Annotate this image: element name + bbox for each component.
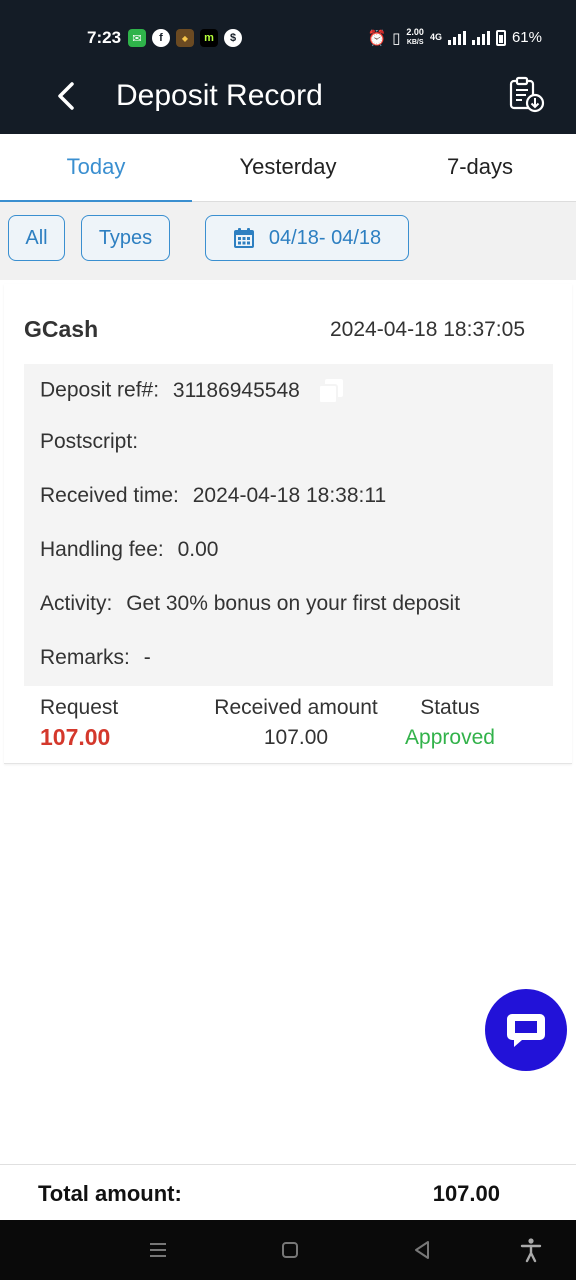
status-label: Status — [420, 696, 480, 719]
system-navigation-bar — [0, 1220, 576, 1280]
total-amount-value: 107.00 — [432, 1181, 500, 1206]
types-filter-button[interactable]: Types — [81, 215, 170, 261]
remarks-value: - — [143, 646, 151, 669]
total-bar: Total amount: 107.00 — [0, 1164, 576, 1220]
home-icon[interactable] — [276, 1236, 304, 1264]
status-bar: 7:23 ✉ f ◆ m $ ⏰ ▯ 2.00 KB/S 4G 61% — [0, 0, 576, 78]
received-amount-label: Received amount — [214, 696, 378, 719]
activity-label: Activity: — [40, 592, 113, 615]
net-speed-value: 2.00 — [406, 27, 424, 37]
received-time-row: Received time: 2024-04-18 18:38:11 — [40, 484, 386, 508]
date-range-button[interactable]: 04/18- 04/18 — [205, 215, 409, 261]
export-record-button[interactable] — [506, 74, 546, 114]
system-icons: ⏰ ▯ 2.00 KB/S 4G 61% — [367, 28, 542, 47]
export-record-icon — [509, 76, 545, 113]
status-value: Approved — [405, 726, 495, 749]
request-column: Request 107.00 — [24, 696, 139, 751]
activity-row: Activity: Get 30% bonus on your first de… — [40, 592, 460, 616]
status-column: Status Approved — [394, 696, 506, 750]
signal-icon — [447, 30, 466, 45]
date-range-label: 04/18- 04/18 — [268, 226, 382, 249]
net-speed-unit: KB/S — [406, 39, 424, 46]
back-button[interactable] — [52, 78, 82, 114]
postscript-label: Postscript: — [40, 430, 139, 453]
status-time: 7:23 — [87, 28, 122, 47]
copy-icon[interactable] — [316, 376, 346, 406]
calendar-icon — [233, 228, 254, 248]
all-filter-button[interactable]: All — [8, 215, 65, 261]
dollar-app-icon: $ — [224, 29, 242, 47]
accessibility-icon[interactable] — [517, 1236, 545, 1264]
deposit-ref-row: Deposit ref#: 31186945548 — [40, 376, 346, 406]
postscript-row: Postscript: — [40, 430, 138, 454]
request-amount: 107.00 — [40, 724, 111, 750]
received-amount-column: Received amount 107.00 — [200, 696, 392, 750]
remarks-row: Remarks: - — [40, 646, 151, 670]
deposit-ref-value: 31186945548 — [172, 378, 300, 402]
received-amount-value: 107.00 — [263, 726, 329, 749]
network-type: 4G — [429, 32, 442, 42]
filter-bar: All Types 04/18- 04/18 — [0, 202, 576, 280]
net-speed: 2.00 KB/S — [406, 28, 424, 47]
received-time-value: 2024-04-18 18:38:11 — [192, 484, 387, 507]
tab-7-days[interactable]: 7-days — [384, 134, 576, 202]
game-app-icon: ◆ — [176, 29, 194, 47]
tab-today[interactable]: Today — [0, 134, 192, 203]
vibrate-icon: ▯ — [392, 29, 401, 47]
handling-fee-row: Handling fee: 0.00 — [40, 538, 218, 562]
received-time-label: Received time: — [40, 484, 179, 507]
request-label: Request — [40, 696, 119, 719]
total-amount-label: Total amount: — [38, 1181, 182, 1206]
activity-value: Get 30% bonus on your first deposit — [126, 592, 461, 615]
deposit-record-card[interactable]: GCash 2024-04-18 18:37:05 Deposit ref#: … — [4, 284, 572, 764]
signal-icon-2 — [471, 30, 490, 45]
notification-icons: ✉ f ◆ m $ — [128, 29, 242, 47]
battery-icon — [495, 29, 506, 46]
live-chat-button[interactable] — [485, 989, 567, 1071]
alarm-icon: ⏰ — [367, 29, 387, 47]
battery-level: 61% — [511, 29, 542, 46]
remarks-label: Remarks: — [40, 646, 130, 669]
tab-yesterday[interactable]: Yesterday — [192, 134, 384, 202]
page-title: Deposit Record — [116, 79, 323, 112]
chat-icon — [507, 1014, 545, 1047]
payment-method: GCash — [24, 316, 99, 342]
handling-fee-label: Handling fee: — [40, 538, 164, 561]
m-app-icon: m — [200, 29, 218, 47]
record-details: Deposit ref#: 31186945548 Postscript: Re… — [24, 364, 553, 686]
handling-fee-value: 0.00 — [177, 538, 219, 561]
record-datetime: 2024-04-18 18:37:05 — [330, 318, 525, 341]
back-arrow-icon — [58, 82, 74, 110]
deposit-ref-label: Deposit ref#: — [40, 378, 160, 402]
app-notification-icon: ✉ — [128, 29, 146, 47]
date-tabs: Today Yesterday 7-days — [0, 134, 576, 203]
menu-icon[interactable] — [144, 1236, 172, 1264]
facebook-icon: f — [152, 29, 170, 47]
back-nav-icon[interactable] — [408, 1236, 436, 1264]
top-bar: 7:23 ✉ f ◆ m $ ⏰ ▯ 2.00 KB/S 4G 61% Depo… — [0, 0, 576, 134]
